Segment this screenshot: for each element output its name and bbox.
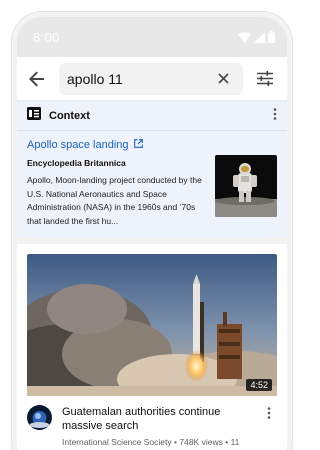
astronaut-thumbnail[interactable] [215, 155, 277, 217]
video-title[interactable]: Guatemalan authorities continue massive … [62, 405, 261, 433]
wifi-icon [238, 31, 251, 43]
video-views: 748K views [179, 437, 223, 447]
context-header: Context [17, 101, 287, 131]
clear-icon[interactable] [207, 63, 239, 95]
context-link[interactable]: Apollo space landing [27, 139, 207, 151]
open-external-icon[interactable] [133, 139, 143, 151]
context-label: Context [49, 109, 90, 122]
video-subtitle: International Science Society • 748K vie… [62, 436, 261, 450]
video-more-icon[interactable] [261, 405, 277, 450]
context-panel-icon [27, 106, 41, 125]
context-body: Apollo space landing Encyclopedia Britan… [27, 131, 277, 228]
context-link-text[interactable]: Apollo space landing [27, 139, 129, 151]
video-text: Guatemalan authorities continue massive … [62, 405, 261, 450]
video-separator: • [225, 437, 229, 447]
context-text: Apollo space landing Encyclopedia Britan… [27, 139, 215, 228]
battery-icon [268, 31, 275, 43]
video-meta: Guatemalan authorities continue massive … [27, 396, 277, 450]
phone-frame: 8:00 apollo 11 Context Apollo space land… [12, 12, 292, 450]
channel-avatar[interactable] [27, 405, 52, 430]
search-query[interactable]: apollo 11 [67, 71, 207, 87]
more-vert-icon[interactable] [273, 107, 277, 125]
video-channel: International Science Society [62, 437, 172, 447]
back-arrow-icon[interactable] [21, 63, 53, 95]
search-input[interactable]: apollo 11 [59, 62, 243, 95]
video-duration: 4:52 [246, 379, 272, 391]
video-thumbnail[interactable]: 4:52 [27, 254, 277, 396]
screen: 8:00 apollo 11 Context Apollo space land… [17, 17, 287, 450]
video-result[interactable]: 4:52 Guatemalan authorities continue mas… [17, 244, 287, 450]
filter-icon[interactable] [249, 63, 281, 95]
video-separator: • [174, 437, 177, 447]
context-source: Encyclopedia Britannica [27, 158, 126, 168]
signal-icon [254, 31, 265, 43]
search-bar: apollo 11 [17, 57, 287, 101]
status-bar: 8:00 [17, 17, 287, 57]
context-panel: Context Apollo space landing Encyclopedi… [17, 101, 287, 244]
status-time: 8:00 [33, 29, 60, 45]
status-icons [238, 31, 275, 43]
context-description: Apollo, Moon-landing project conducted b… [27, 175, 202, 226]
